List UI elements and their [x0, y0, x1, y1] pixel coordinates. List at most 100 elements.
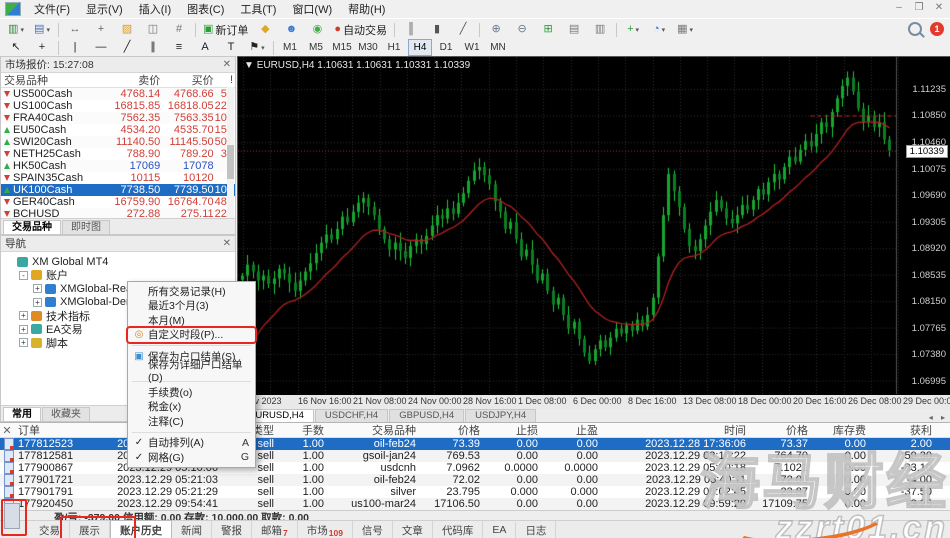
terminal-col-4[interactable]: 交易品种: [330, 422, 422, 438]
menu-item-税金(x)[interactable]: 税金(x): [128, 400, 255, 415]
terminal-tab-展示[interactable]: 展示: [70, 521, 110, 538]
market-watch-row[interactable]: HK50Cash17069170789: [1, 160, 235, 172]
timeframe-M30[interactable]: M30: [356, 39, 380, 56]
nav-item-XM Global MT4[interactable]: XM Global MT4: [1, 255, 235, 269]
line-chart-button[interactable]: ╱: [451, 20, 475, 39]
collapse-icon[interactable]: -: [19, 271, 28, 280]
zoom-in-button[interactable]: ⊕: [484, 20, 508, 39]
menu-插入(I)[interactable]: 插入(I): [131, 3, 179, 17]
terminal-col-7[interactable]: 止盈: [544, 422, 604, 438]
menu-item-自动排列(A)[interactable]: ✓自动排列(A)A: [128, 436, 255, 451]
fibo-tool[interactable]: ≡: [167, 38, 191, 57]
channel-tool[interactable]: ∥: [141, 38, 165, 57]
search-icon[interactable]: [908, 22, 922, 36]
timeframe-MN[interactable]: MN: [486, 39, 510, 56]
chart-canvas[interactable]: [238, 57, 950, 396]
timeframe-H1[interactable]: H1: [382, 39, 406, 56]
navigator-tab-常用[interactable]: 常用: [3, 407, 41, 421]
new-chart-button[interactable]: ▥▾: [4, 20, 28, 39]
timeframe-M1[interactable]: M1: [278, 39, 302, 56]
mw-col-卖价[interactable]: 卖价: [105, 72, 160, 88]
chart-tab-USDCHF,H4[interactable]: USDCHF,H4: [315, 409, 388, 422]
timeframe-D1[interactable]: D1: [434, 39, 458, 56]
menu-item-自定义时段(P)...[interactable]: ◎自定义时段(P)...: [128, 328, 255, 343]
periods-button[interactable]: ◔▾: [647, 20, 671, 39]
timeframe-W1[interactable]: W1: [460, 39, 484, 56]
text-tool[interactable]: A: [193, 38, 217, 57]
mw-col-买价[interactable]: 买价: [160, 72, 213, 88]
mw-col-![interactable]: !: [214, 74, 235, 86]
market-watch-row[interactable]: SWI20Cash11140.5011145.50500: [1, 136, 235, 148]
terminal-tab-邮箱[interactable]: 邮箱7: [252, 521, 298, 538]
timeframe-M15[interactable]: M15: [330, 39, 354, 56]
terminal-col-3[interactable]: 手数: [280, 422, 330, 438]
navigator-close-icon[interactable]: ✕: [223, 238, 231, 249]
terminal-col-0[interactable]: 订单: [14, 422, 96, 438]
terminal-tab-信号[interactable]: 信号: [353, 521, 393, 538]
chart-tab-scroll-arrows[interactable]: ◂ ▸: [929, 413, 948, 422]
minimize-button[interactable]: –: [892, 2, 906, 13]
candlestick-button[interactable]: ▮: [425, 20, 449, 39]
expand-icon[interactable]: +: [33, 284, 42, 293]
chart-tab-USDJPY,H4[interactable]: USDJPY,H4: [465, 409, 536, 422]
menu-item-保存为详细户口结单(D)[interactable]: 保存为详细户口结单(D): [128, 364, 255, 379]
terminal-tab-交易[interactable]: 交易: [30, 521, 70, 538]
timeframe-M5[interactable]: M5: [304, 39, 328, 56]
crosshair-tool[interactable]: +: [30, 38, 54, 57]
metaeditor-button[interactable]: ◆: [253, 20, 277, 39]
nav-item-账户[interactable]: -账户: [1, 269, 235, 283]
market-watch-close-icon[interactable]: ✕: [223, 59, 231, 70]
market-watch-row[interactable]: US100Cash16815.8516818.05220: [1, 100, 235, 112]
zoom-out-button[interactable]: ⊖: [510, 20, 534, 39]
terminal-col-9[interactable]: 价格: [752, 422, 814, 438]
expand-icon[interactable]: +: [19, 325, 28, 334]
expand-icon[interactable]: +: [33, 298, 42, 307]
market-watch-scrollbar[interactable]: [227, 87, 234, 218]
new-order-button[interactable]: ▣新订单: [200, 20, 251, 39]
terminal-col-6[interactable]: 止损: [486, 422, 544, 438]
label-tool[interactable]: T: [219, 38, 243, 57]
indicators-button[interactable]: +▾: [621, 20, 645, 39]
trendline-tool[interactable]: ╱: [115, 38, 139, 57]
menu-帮助(H)[interactable]: 帮助(H): [340, 3, 393, 17]
terminal-col-10[interactable]: 库存费: [814, 422, 872, 438]
terminal-col-5[interactable]: 价格: [422, 422, 486, 438]
market-watch-row[interactable]: US500Cash4768.144768.6652: [1, 88, 235, 100]
terminal-tab-EA[interactable]: EA: [483, 522, 516, 538]
tester-button[interactable]: #: [167, 20, 191, 39]
market-watch-row[interactable]: GER40Cash16759.9016764.70480: [1, 196, 235, 208]
menu-工具(T)[interactable]: 工具(T): [232, 3, 284, 17]
order-row[interactable]: 1779017212023.12.29 05:21:03sell1.00oil-…: [0, 474, 950, 486]
close-button[interactable]: ✕: [932, 2, 946, 13]
data-window-button[interactable]: ◫: [141, 20, 165, 39]
tile-windows-button[interactable]: ⊞: [536, 20, 560, 39]
menu-显示(V)[interactable]: 显示(V): [78, 3, 131, 17]
menu-item-手续费(o)[interactable]: 手续费(o): [128, 385, 255, 400]
arrange-button[interactable]: ▥: [588, 20, 612, 39]
bar-chart-button[interactable]: ║: [399, 20, 423, 39]
market-watch-row[interactable]: NETH25Cash788.90789.2030: [1, 148, 235, 160]
cascade-button[interactable]: ▤: [562, 20, 586, 39]
chart-window[interactable]: ▼ EURUSD,H4 1.10631 1.10631 1.10331 1.10…: [237, 56, 950, 395]
menu-文件(F)[interactable]: 文件(F): [26, 3, 78, 17]
chart-tab-GBPUSD,H4[interactable]: GBPUSD,H4: [389, 409, 464, 422]
terminal-corner-icon[interactable]: [4, 503, 20, 529]
order-row[interactable]: 1779017912023.12.29 05:21:29sell1.00silv…: [0, 486, 950, 498]
hline-tool[interactable]: —: [89, 38, 113, 57]
menu-item-所有交易记录(H)[interactable]: 所有交易记录(H): [128, 284, 255, 299]
autotrading-button[interactable]: ●自动交易: [331, 20, 390, 39]
community-button[interactable]: ☻: [279, 20, 303, 39]
profiles-button[interactable]: ▤▾: [30, 20, 54, 39]
terminal-tab-代码库[interactable]: 代码库: [433, 521, 484, 538]
order-row[interactable]: 1779204502023.12.29 09:54:41sell1.00us10…: [0, 498, 950, 510]
menu-item-网格(G)[interactable]: ✓网格(G)G: [128, 450, 255, 465]
market-watch-tab-即时图[interactable]: 即时图: [62, 220, 110, 234]
terminal-tab-账户历史[interactable]: 账户历史: [110, 520, 172, 538]
mw-col-交易品种[interactable]: 交易品种: [1, 72, 105, 88]
chart-shift-button[interactable]: ↔: [63, 20, 87, 39]
expand-icon[interactable]: +: [19, 311, 28, 320]
menu-item-注释(C)[interactable]: 注释(C): [128, 414, 255, 429]
folder-button[interactable]: ▨: [115, 20, 139, 39]
website-button[interactable]: ◉: [305, 20, 329, 39]
menu-item-本月(M)[interactable]: 本月(M): [128, 313, 255, 328]
